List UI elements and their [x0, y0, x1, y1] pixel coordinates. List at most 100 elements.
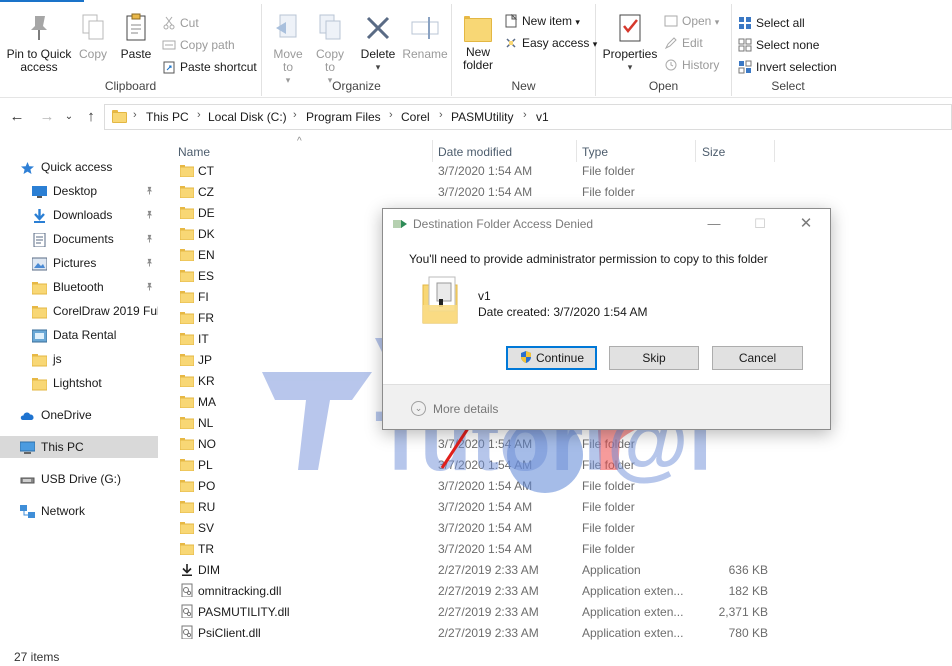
- column-header-size[interactable]: Size: [702, 145, 725, 159]
- address-bar[interactable]: › This PC › Local Disk (C:) › Program Fi…: [104, 104, 952, 130]
- copy-label: Copy: [78, 47, 107, 61]
- cloud-icon: [20, 408, 35, 422]
- nav-item-desktop[interactable]: Desktop: [0, 180, 158, 202]
- maximize-button[interactable]: ☐: [745, 213, 775, 235]
- file-date: 3/7/2020 1:54 AM: [438, 185, 533, 199]
- open-button[interactable]: Open ▾: [664, 12, 719, 30]
- breadcrumb-separator-icon: ›: [439, 109, 443, 121]
- column-header-type[interactable]: Type: [582, 145, 608, 159]
- nav-item-label: Data Rental: [53, 328, 117, 342]
- file-name: IT: [198, 332, 209, 346]
- file-date: 2/27/2019 2:33 AM: [438, 584, 539, 598]
- file-date: 2/27/2019 2:33 AM: [438, 563, 539, 577]
- nav-item-js[interactable]: js: [0, 348, 158, 370]
- table-row[interactable]: TR 3/7/2020 1:54 AM File folder: [170, 539, 952, 560]
- file-name: RU: [198, 500, 216, 514]
- invert-selection-button[interactable]: Invert selection: [738, 58, 837, 76]
- nav-item-documents[interactable]: Documents: [0, 228, 158, 250]
- nav-item-bluetooth[interactable]: Bluetooth: [0, 276, 158, 298]
- nav-item-this-pc[interactable]: This PC: [0, 436, 158, 458]
- breadcrumb-v1[interactable]: v1: [536, 110, 549, 124]
- invert-selection-label: Invert selection: [756, 60, 837, 74]
- column-header-name[interactable]: Name: [178, 145, 210, 159]
- breadcrumb-program-files[interactable]: Program Files: [306, 110, 381, 124]
- breadcrumb-separator-icon: ›: [293, 109, 297, 121]
- table-row[interactable]: PsiClient.dll 2/27/2019 2:33 AM Applicatio…: [170, 623, 952, 644]
- chevron-down-circle-icon[interactable]: ⌄: [411, 401, 426, 416]
- file-name: DIM: [198, 563, 220, 577]
- close-button[interactable]: ✕: [791, 213, 821, 235]
- back-button[interactable]: ←: [8, 108, 26, 126]
- file-type: File folder: [582, 164, 635, 178]
- file-name: omnitracking.dll: [198, 584, 282, 598]
- file-date: 3/7/2020 1:54 AM: [438, 521, 533, 535]
- breadcrumb-corel[interactable]: Corel: [401, 110, 430, 124]
- table-row[interactable]: CZ 3/7/2020 1:54 AM File folder: [170, 182, 952, 203]
- skip-label: Skip: [642, 351, 666, 365]
- table-row[interactable]: NO 3/7/2020 1:54 AM File folder: [170, 434, 952, 455]
- paste-shortcut-button[interactable]: Paste shortcut: [162, 58, 257, 76]
- cut-button[interactable]: Cut: [162, 14, 199, 32]
- skip-button[interactable]: Skip: [609, 346, 699, 370]
- nav-item-data-rental[interactable]: Data Rental: [0, 324, 158, 346]
- select-all-button[interactable]: Select all: [738, 14, 805, 32]
- breadcrumb-this-pc[interactable]: This PC: [146, 110, 189, 124]
- table-row[interactable]: PASMUTILITY.dll 2/27/2019 2:33 AM Applicat…: [170, 602, 952, 623]
- continue-button[interactable]: Continue: [506, 346, 597, 370]
- minimize-button[interactable]: —: [699, 213, 729, 235]
- pin-quick-access-button[interactable]: Pin to Quick access: [4, 12, 74, 74]
- file-date: 2/27/2019 2:33 AM: [438, 605, 539, 619]
- properties-button[interactable]: Properties ▾: [602, 12, 658, 74]
- nav-item-quick-access[interactable]: Quick access: [0, 156, 158, 178]
- rename-button[interactable]: Rename: [402, 12, 448, 61]
- breadcrumb-local-disk[interactable]: Local Disk (C:): [208, 110, 287, 124]
- select-none-button[interactable]: Select none: [738, 36, 819, 54]
- easy-access-button[interactable]: Easy access ▾: [504, 34, 597, 52]
- forward-button[interactable]: →: [38, 108, 56, 126]
- more-details-link[interactable]: More details: [433, 402, 498, 416]
- nav-item-pictures[interactable]: Pictures: [0, 252, 158, 274]
- edit-button[interactable]: Edit: [664, 34, 703, 52]
- new-item-button[interactable]: New item ▾: [504, 12, 580, 30]
- nav-item-onedrive[interactable]: OneDrive: [0, 404, 158, 426]
- file-type: File folder: [582, 185, 635, 199]
- recent-locations-button[interactable]: ⌄: [60, 108, 78, 126]
- table-row[interactable]: RU 3/7/2020 1:54 AM File folder: [170, 497, 952, 518]
- select-none-label: Select none: [756, 38, 820, 52]
- up-button[interactable]: ↑: [82, 108, 100, 126]
- table-row[interactable]: DIM 2/27/2019 2:33 AM Application 636 KB: [170, 560, 952, 581]
- breadcrumb-pasmutility[interactable]: PASMUtility: [451, 110, 513, 124]
- nav-item-downloads[interactable]: Downloads: [0, 204, 158, 226]
- new-folder-button[interactable]: New folder: [458, 12, 498, 72]
- file-date: 3/7/2020 1:54 AM: [438, 437, 533, 451]
- folder-icon: [179, 522, 195, 535]
- table-row[interactable]: SV 3/7/2020 1:54 AM File folder: [170, 518, 952, 539]
- nav-item-network[interactable]: Network: [0, 500, 158, 522]
- select-group-label: Select: [771, 79, 805, 93]
- table-row[interactable]: PO 3/7/2020 1:54 AM File folder: [170, 476, 952, 497]
- table-row[interactable]: CT 3/7/2020 1:54 AM File folder: [170, 161, 952, 182]
- file-date: 3/7/2020 1:54 AM: [438, 479, 533, 493]
- nav-item-coreldraw-2019-full[interactable]: CorelDraw 2019 Full: [0, 300, 158, 322]
- nav-item-lightshot[interactable]: Lightshot: [0, 372, 158, 394]
- nav-item-usb-drive-g[interactable]: USB Drive (G:): [0, 468, 158, 490]
- paste-shortcut-label: Paste shortcut: [180, 60, 257, 74]
- continue-label: Continue: [535, 351, 585, 365]
- column-header-date[interactable]: Date modified: [438, 145, 512, 159]
- history-button[interactable]: History: [664, 56, 719, 74]
- copy-path-button[interactable]: Copy path: [162, 36, 235, 54]
- paste-button[interactable]: Paste: [114, 12, 158, 61]
- move-to-button[interactable]: Move to ▾: [268, 12, 308, 87]
- table-row[interactable]: omnitracking.dll 2/27/2019 2:33 AM Applica…: [170, 581, 952, 602]
- folder-icon: [179, 207, 195, 220]
- file-name: PO: [198, 479, 216, 493]
- folder-icon: [179, 417, 195, 430]
- pin-icon: [145, 252, 154, 274]
- dialog-titlebar[interactable]: Destination Folder Access Denied — ☐ ✕: [383, 209, 830, 239]
- copy-button[interactable]: Copy: [74, 12, 112, 61]
- cancel-button[interactable]: Cancel: [712, 346, 803, 370]
- delete-button[interactable]: Delete ▾: [358, 12, 398, 74]
- copy-to-button[interactable]: Copy to ▾: [310, 12, 350, 87]
- file-type: Application exten...: [582, 626, 684, 640]
- table-row[interactable]: PL 3/7/2020 1:54 AM File folder: [170, 455, 952, 476]
